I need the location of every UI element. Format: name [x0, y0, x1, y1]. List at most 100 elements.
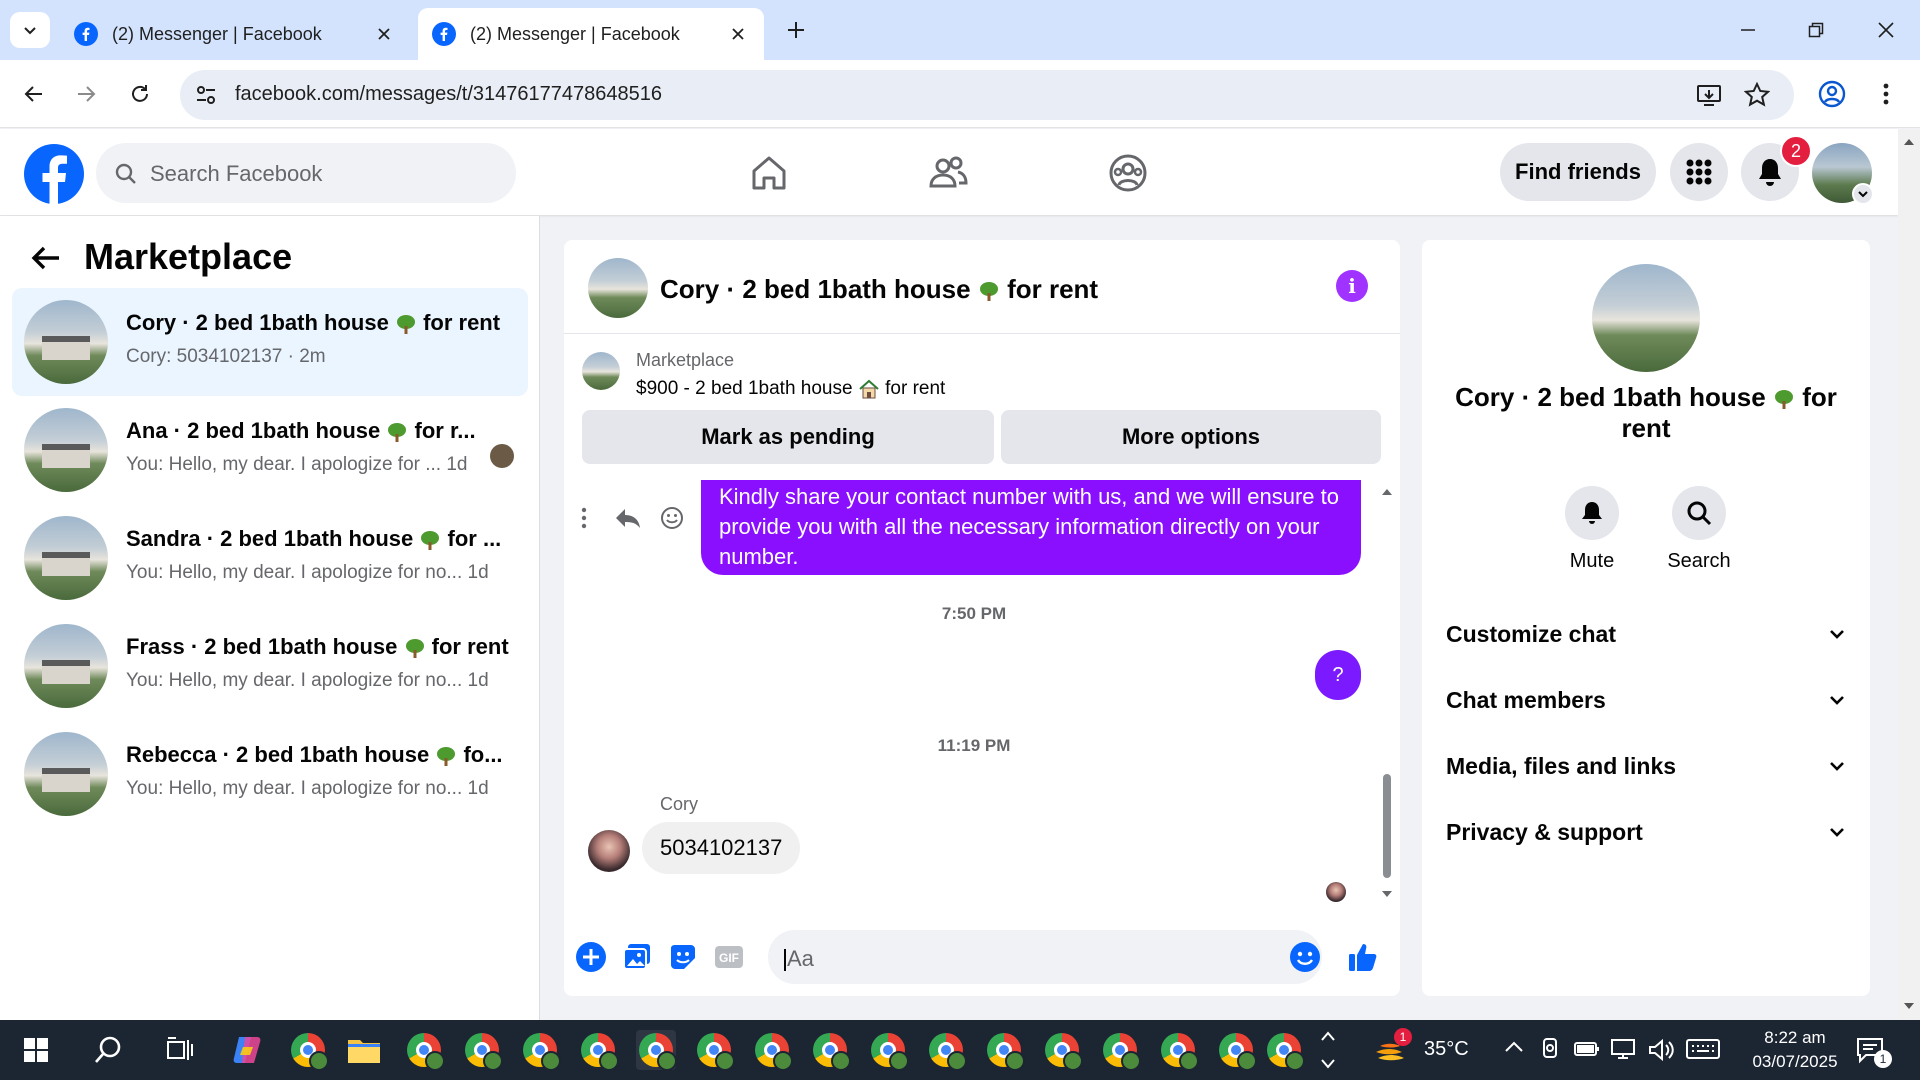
search-button[interactable] — [88, 1030, 128, 1070]
chrome-taskbar-icon[interactable] — [868, 1030, 909, 1071]
customize-chat-section[interactable]: Customize chat — [1446, 604, 1846, 664]
conversation-item[interactable]: Rebecca · 2 bed 1bath house fo... You: H… — [12, 720, 528, 828]
chrome-taskbar-icon[interactable] — [752, 1030, 793, 1071]
conversation-item[interactable]: Cory · 2 bed 1bath house for rent Cory: … — [12, 288, 528, 396]
show-hidden-icons-chevron-icon[interactable] — [1504, 1040, 1524, 1054]
browser-tab-1[interactable]: (2) Messenger | Facebook — [60, 8, 410, 60]
back-button[interactable] — [14, 74, 54, 114]
menu-grid-button[interactable] — [1670, 143, 1728, 201]
facebook-logo-icon[interactable] — [24, 144, 84, 204]
battery-icon[interactable] — [1574, 1039, 1600, 1059]
chrome-taskbar-icon[interactable] — [984, 1030, 1025, 1071]
gif-icon[interactable]: GIF — [712, 940, 746, 974]
forward-button[interactable] — [66, 74, 106, 114]
start-button[interactable] — [16, 1030, 56, 1070]
chrome-taskbar-icon[interactable] — [404, 1030, 445, 1071]
browser-tab-2[interactable]: (2) Messenger | Facebook — [418, 8, 764, 60]
notification-center-icon[interactable]: 1 — [1856, 1036, 1892, 1068]
scroll-down-icon[interactable] — [1903, 1001, 1915, 1011]
sender-avatar[interactable] — [588, 830, 630, 872]
chrome-taskbar-icon[interactable] — [462, 1030, 503, 1071]
clock[interactable]: 8:22 am 03/07/2025 — [1740, 1026, 1850, 1074]
file-explorer-icon[interactable] — [344, 1030, 384, 1070]
restore-window-button[interactable] — [1794, 10, 1838, 50]
task-view-button[interactable] — [160, 1030, 200, 1070]
search-in-chat-button[interactable]: Search — [1654, 486, 1744, 573]
chevron-down-icon[interactable] — [1320, 1058, 1336, 1070]
minimize-window-button[interactable] — [1726, 10, 1770, 50]
conversation-info-button[interactable]: i — [1336, 270, 1368, 302]
sticker-icon[interactable] — [666, 940, 700, 974]
add-attachment-icon[interactable] — [574, 940, 608, 974]
mark-as-pending-button[interactable]: Mark as pending — [582, 410, 994, 464]
chrome-taskbar-icon[interactable] — [520, 1030, 561, 1071]
reload-button[interactable] — [120, 74, 160, 114]
chrome-taskbar-icon[interactable] — [694, 1030, 735, 1071]
account-chevron-icon[interactable] — [1852, 183, 1874, 205]
home-nav-icon[interactable] — [745, 149, 793, 197]
close-window-button[interactable] — [1864, 10, 1908, 50]
copilot-icon[interactable] — [228, 1030, 268, 1070]
chat-members-section[interactable]: Chat members — [1446, 670, 1846, 730]
photo-icon[interactable] — [620, 940, 654, 974]
scrollbar-thumb[interactable] — [1383, 774, 1391, 878]
keyboard-icon[interactable] — [1686, 1038, 1720, 1060]
emoji-picker-icon[interactable] — [1288, 940, 1322, 974]
close-tab-icon[interactable] — [726, 22, 750, 46]
scroll-up-icon[interactable] — [1903, 137, 1915, 147]
outgoing-message-bubble[interactable]: Kindly share your contact number with us… — [701, 480, 1361, 575]
mute-button[interactable]: Mute — [1547, 486, 1637, 573]
facebook-search-box[interactable]: Search Facebook — [96, 143, 516, 203]
browser-menu-button[interactable] — [1866, 74, 1906, 114]
groups-nav-icon[interactable] — [1104, 149, 1152, 197]
chrome-taskbar-icon[interactable] — [810, 1030, 851, 1071]
thumbs-up-icon[interactable] — [1346, 940, 1380, 974]
reply-icon[interactable] — [614, 506, 642, 530]
react-emoji-icon[interactable] — [660, 506, 684, 530]
chevron-up-icon[interactable] — [1320, 1030, 1336, 1042]
network-icon[interactable] — [1610, 1038, 1638, 1060]
chat-thumbnail[interactable] — [588, 258, 648, 318]
profile-button[interactable] — [1812, 74, 1852, 114]
url-text[interactable]: facebook.com/messages/t/3147617747864851… — [235, 83, 662, 106]
install-app-icon[interactable] — [1696, 82, 1722, 108]
conversation-item[interactable]: Sandra · 2 bed 1bath house for ... You: … — [12, 504, 528, 612]
chrome-taskbar-icon[interactable] — [926, 1030, 967, 1071]
chrome-taskbar-icon[interactable] — [288, 1030, 329, 1071]
more-options-button[interactable]: More options — [1001, 410, 1381, 464]
listing-thumbnail[interactable] — [582, 352, 620, 390]
chat-profile-thumbnail[interactable] — [1592, 264, 1700, 372]
message-input[interactable]: Aa — [768, 930, 1322, 984]
chrome-taskbar-icon[interactable] — [1216, 1030, 1257, 1071]
chrome-taskbar-icon[interactable] — [1158, 1030, 1199, 1071]
weather-icon[interactable]: 1 — [1372, 1028, 1416, 1068]
new-tab-button[interactable] — [778, 12, 814, 48]
volume-icon[interactable] — [1648, 1038, 1676, 1062]
taskbar-overflow-arrows[interactable] — [1318, 1024, 1338, 1076]
thread-scrollbar[interactable] — [1380, 484, 1394, 904]
friends-nav-icon[interactable] — [924, 149, 972, 197]
message-more-icon[interactable] — [578, 506, 590, 530]
media-files-links-section[interactable]: Media, files and links — [1446, 736, 1846, 796]
chrome-taskbar-icon[interactable] — [1042, 1030, 1083, 1071]
page-scrollbar[interactable] — [1898, 129, 1920, 1020]
outgoing-message-bubble[interactable]: ? — [1315, 650, 1361, 700]
chrome-taskbar-icon[interactable] — [1264, 1030, 1305, 1071]
privacy-support-section[interactable]: Privacy & support — [1446, 802, 1846, 862]
meet-now-icon[interactable] — [1540, 1037, 1562, 1061]
scroll-down-icon[interactable] — [1380, 888, 1394, 900]
chrome-taskbar-icon[interactable] — [578, 1030, 619, 1071]
conversation-item[interactable]: Frass · 2 bed 1bath house for rent You: … — [12, 612, 528, 720]
chrome-taskbar-icon[interactable] — [1100, 1030, 1141, 1071]
address-bar[interactable]: facebook.com/messages/t/3147617747864851… — [180, 70, 1794, 120]
chat-title[interactable]: Cory · 2 bed 1bath house for rent — [660, 274, 1098, 305]
listing-price[interactable]: $900 - 2 bed 1bath house for rent — [636, 378, 945, 400]
chrome-taskbar-icon-active[interactable] — [636, 1030, 677, 1071]
find-friends-button[interactable]: Find friends — [1500, 143, 1656, 201]
scroll-up-icon[interactable] — [1380, 486, 1394, 498]
close-tab-icon[interactable] — [372, 22, 396, 46]
conversation-item[interactable]: Ana · 2 bed 1bath house for r... You: He… — [12, 396, 528, 504]
temperature-text[interactable]: 35°C — [1424, 1038, 1469, 1061]
tab-search-button[interactable] — [10, 12, 50, 48]
site-info-icon[interactable] — [194, 83, 218, 107]
